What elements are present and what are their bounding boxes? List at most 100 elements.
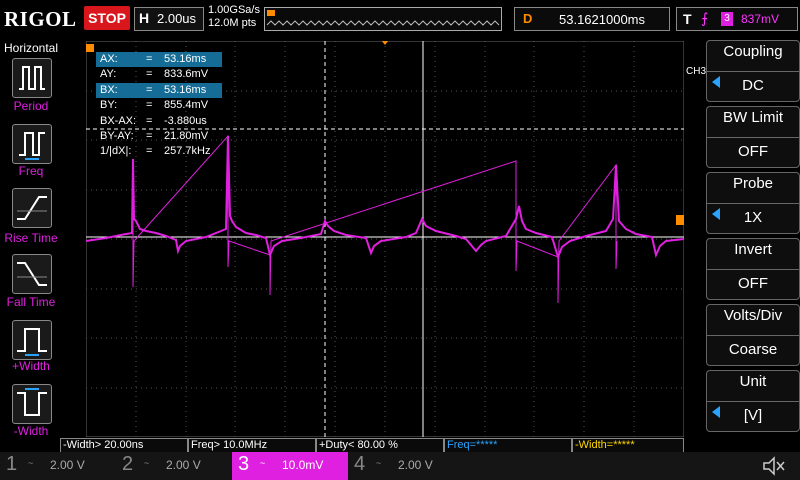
cursor-readout-row: BX: = 53.16ms: [96, 82, 222, 99]
freq-label: Freq: [18, 164, 44, 178]
channel-3-status[interactable]: 3 ~ 10.0mV: [232, 452, 348, 480]
trigger-status-box[interactable]: T ⨍ 3 837mV: [676, 7, 798, 31]
channel-number: 3: [238, 453, 250, 475]
measurement-item[interactable]: -Width> 20.00ns: [60, 438, 188, 453]
positive-width-label: +Width: [12, 359, 50, 373]
cursor-readout-row: BY-AY: = 21.80mV: [96, 129, 222, 144]
measurement-bar: -Width> 20.00ns Freq> 10.0MHz +Duty< 80.…: [60, 438, 684, 453]
channel-1-status[interactable]: 1 ~ 2.00 V: [0, 452, 116, 480]
unit-title: Unit: [739, 373, 767, 390]
measurement-item[interactable]: Freq> 10.0MHz: [188, 438, 316, 453]
positive-width-icon: [17, 328, 47, 356]
cursor-readout-key: 1/|dX|:: [100, 145, 132, 158]
period-label: Period: [13, 99, 49, 113]
timebase-value: 2.00us: [157, 11, 197, 26]
cursor-readout-row: 1/|dX|: = 257.7kHz: [96, 144, 222, 159]
unit-value: [V]: [707, 401, 799, 430]
unit-menu-item[interactable]: Unit [V]: [706, 370, 800, 432]
horizontal-delay-box[interactable]: D 53.1621000ms: [514, 7, 670, 31]
fall-time-button[interactable]: [12, 254, 52, 294]
delay-label: D: [523, 11, 533, 26]
cursor-readout-key: BX-AX:: [100, 114, 137, 127]
brand-logo: RIGOL: [4, 7, 77, 31]
acquisition-info: 1.00GSa/s 12.0M pts: [208, 4, 260, 30]
cursor-readout-row: BY: = 855.4mV: [96, 98, 222, 113]
coupling-menu-item[interactable]: Coupling DC: [706, 40, 800, 102]
timebase-label: H: [139, 10, 150, 26]
timebase-box[interactable]: H 2.00us: [134, 7, 204, 31]
cursor-readout-key: AX:: [100, 53, 118, 65]
period-button[interactable]: [12, 58, 52, 98]
freq-button[interactable]: [12, 124, 52, 164]
freq-icon: [19, 132, 45, 160]
trigger-level-marker[interactable]: [676, 215, 684, 225]
cursor-readout-key: BY:: [100, 99, 118, 112]
speaker-mute-icon[interactable]: [762, 456, 786, 476]
trigger-position-marker[interactable]: [86, 44, 94, 52]
cursor-readout-eq: =: [146, 99, 153, 112]
fall-time-icon: [17, 262, 47, 286]
trigger-channel-badge: 3: [721, 12, 733, 26]
positive-width-button[interactable]: [12, 320, 52, 360]
volts-div-menu-item[interactable]: Volts/Div Coarse: [706, 304, 800, 366]
rise-time-icon: [17, 196, 47, 220]
invert-value: OFF: [707, 269, 799, 298]
cursor-readout-eq: =: [146, 83, 153, 96]
trigger-label: T: [683, 11, 692, 27]
run-stop-indicator[interactable]: STOP: [84, 6, 130, 30]
negative-width-label: -Width: [13, 424, 49, 438]
channel-4-status[interactable]: 4 ~ 2.00 V: [348, 452, 464, 480]
measurement-item[interactable]: Freq=*****: [444, 438, 572, 453]
channel-scale: 2.00 V: [398, 458, 433, 472]
measurement-item[interactable]: -Width=*****: [572, 438, 684, 453]
bw-limit-menu-item[interactable]: BW Limit OFF: [706, 106, 800, 168]
fall-time-label: Fall Time: [6, 295, 56, 309]
negative-width-button[interactable]: [12, 384, 52, 424]
rise-time-button[interactable]: [12, 188, 52, 228]
ac-coupling-icon: ~: [28, 458, 34, 468]
cursor-readout-value: 53.16ms: [164, 83, 207, 96]
cursor-readout-value: 21.80mV: [164, 129, 209, 142]
cursor-readout-eq: =: [146, 145, 153, 158]
probe-title: Probe: [732, 175, 774, 192]
channel-scale: 10.0mV: [282, 458, 324, 472]
cursor-readout-value: 53.16ms: [164, 53, 207, 65]
invert-menu-item[interactable]: Invert OFF: [706, 238, 800, 300]
volts-div-title: Volts/Div: [723, 307, 783, 324]
sample-rate: 1.00GSa/s: [208, 4, 260, 16]
channel-scale: 2.00 V: [50, 458, 85, 472]
cursor-readout-eq: =: [146, 53, 153, 65]
bw-limit-title: BW Limit: [723, 109, 783, 126]
trigger-slope-icon: ⨍: [701, 10, 709, 26]
cursor-readout-eq: =: [146, 68, 153, 81]
probe-menu-item[interactable]: Probe 1X: [706, 172, 800, 234]
channel-scale: 2.00 V: [166, 458, 201, 472]
left-menu-title: Horizontal: [3, 41, 59, 55]
cursor-readout-value: 833.6mV: [164, 68, 209, 81]
channel-number: 1: [6, 453, 18, 475]
memory-overview-wave: [266, 20, 500, 26]
cursor-readout-key: AY:: [100, 68, 117, 81]
channel-number: 4: [354, 453, 366, 475]
cursor-readout-key: BX:: [100, 83, 118, 96]
memory-overview-bar[interactable]: [264, 7, 502, 31]
rise-time-label: Rise Time: [4, 231, 58, 245]
ac-coupling-icon: ~: [144, 458, 150, 468]
top-status-bar: RIGOL STOP H 2.00us 1.00GSa/s 12.0M pts …: [0, 0, 800, 38]
coupling-value: DC: [707, 71, 799, 100]
cursor-readout-value: 855.4mV: [164, 99, 209, 112]
memory-depth: 12.0M pts: [208, 17, 257, 29]
channel-tab[interactable]: CH3: [686, 66, 706, 77]
cursor-readout-row: AY: = 833.6mV: [96, 67, 222, 82]
measurement-item[interactable]: +Duty< 80.00 %: [316, 438, 444, 453]
invert-title: Invert: [734, 241, 772, 258]
cursor-readout-value: 257.7kHz: [164, 145, 211, 158]
period-icon: [19, 66, 45, 90]
cursor-readout-row: AX: = 53.16ms: [96, 52, 222, 68]
channel-2-status[interactable]: 2 ~ 2.00 V: [116, 452, 232, 480]
cursor-readout-eq: =: [146, 114, 153, 127]
ac-coupling-icon: ~: [260, 458, 266, 468]
volts-div-value: Coarse: [707, 335, 799, 364]
trigger-level: 837mV: [741, 12, 780, 26]
cursor-readout-value: -3.880us: [164, 114, 207, 127]
